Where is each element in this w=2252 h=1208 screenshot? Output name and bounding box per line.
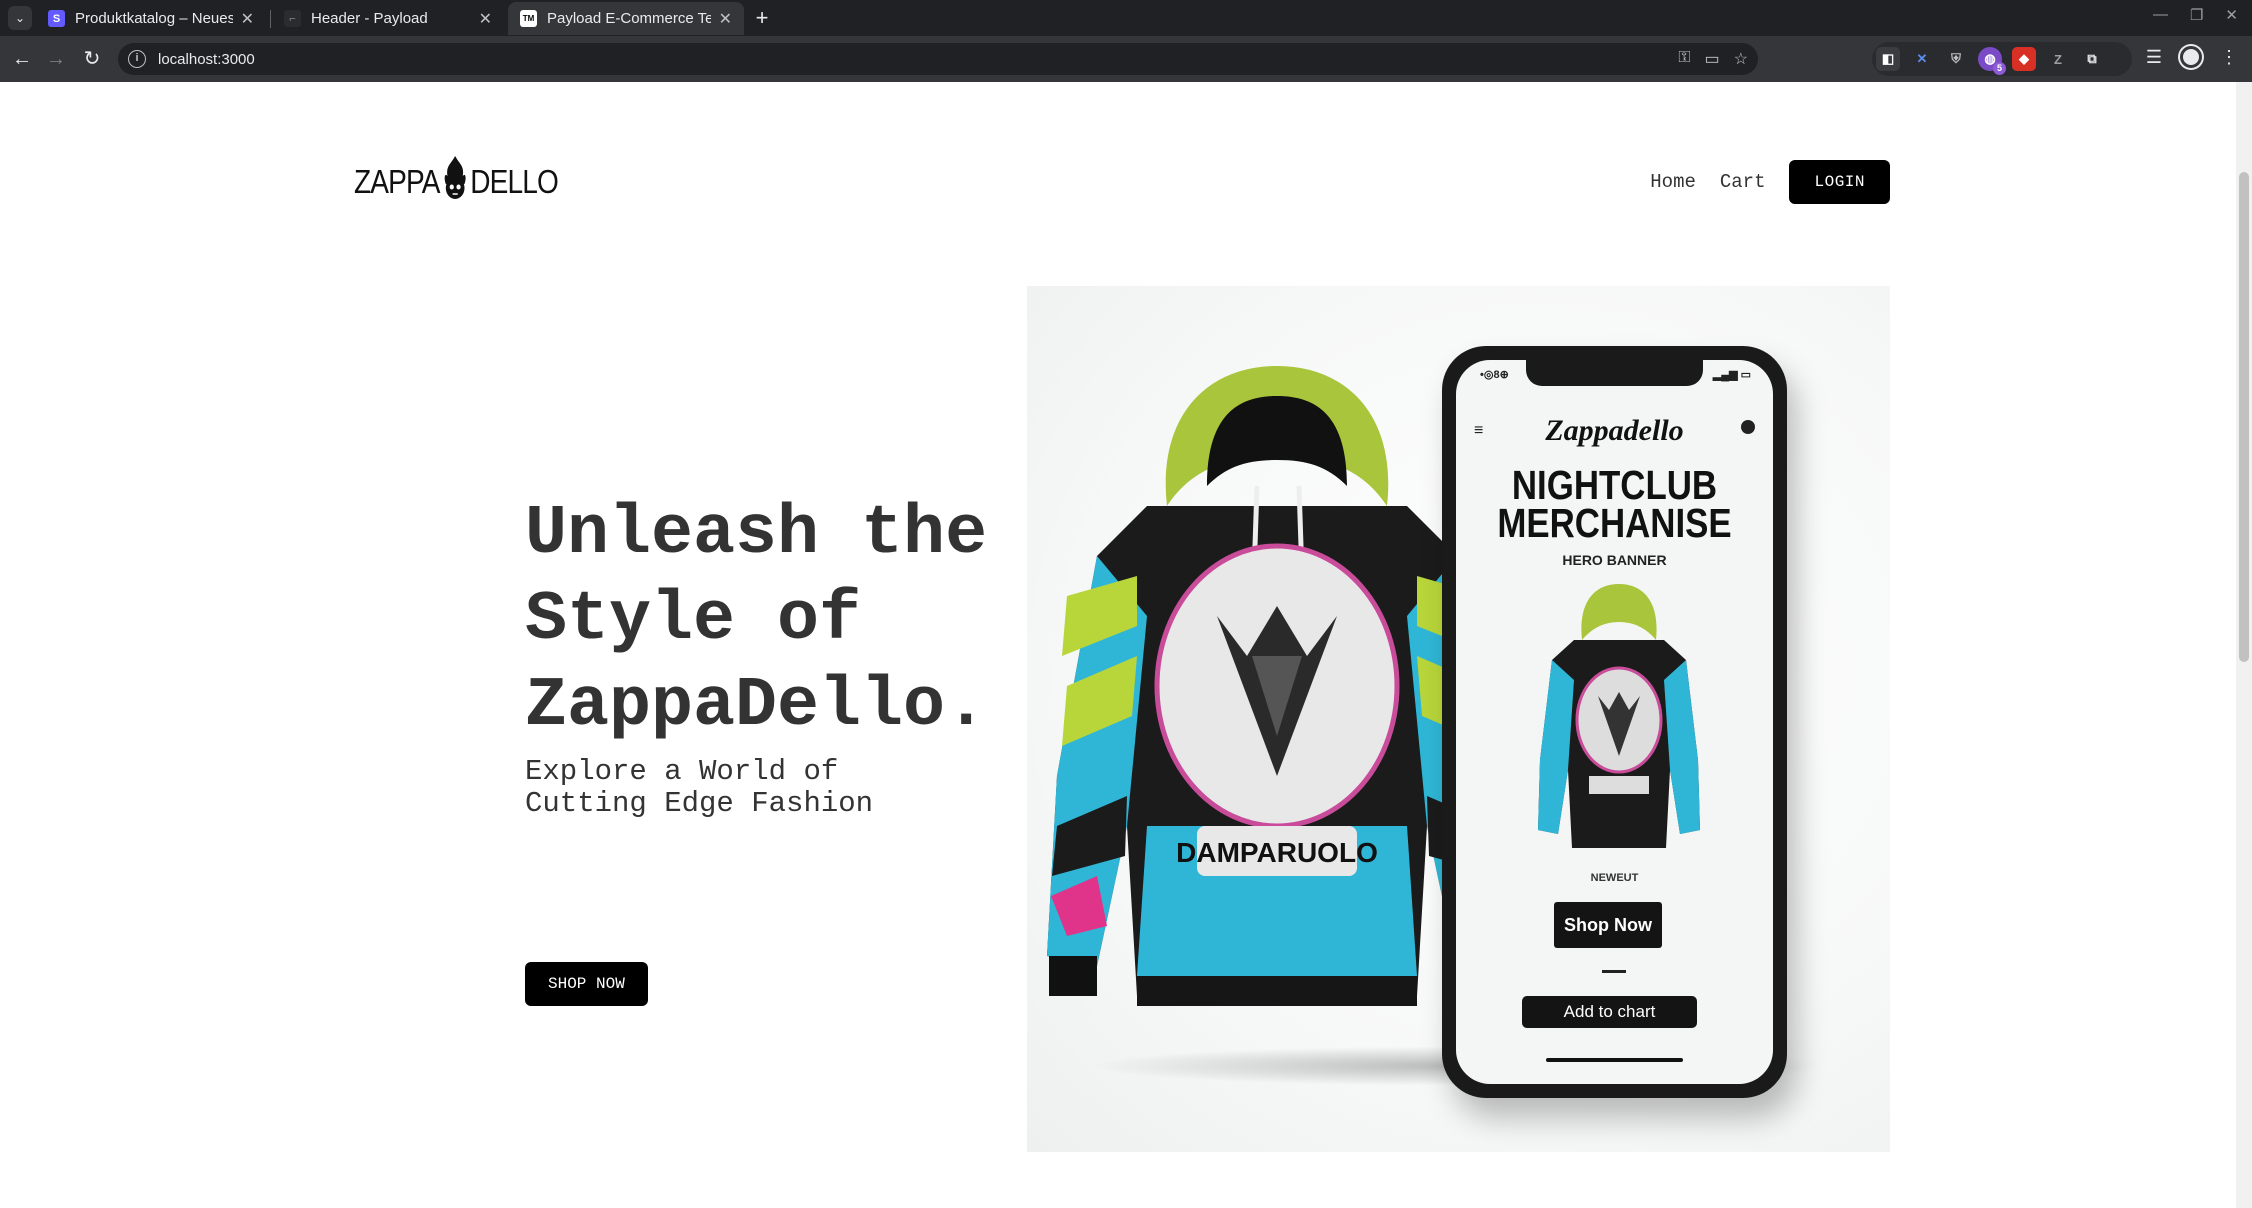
extensions-bar: ◧ ✕ ⛨ ◍ 5 ◆ Z ⧉ (1876, 44, 2104, 75)
tab-title: Produktkatalog – Neues Un (75, 10, 233, 27)
payload-favicon-icon: ⌐ (284, 10, 301, 27)
close-tab-icon[interactable]: ✕ (479, 9, 492, 29)
address-bar[interactable]: i localhost:3000 ⚿ ▭ ☆ (118, 43, 1758, 75)
hero-title-line: ZappaDello. (525, 667, 988, 746)
back-arrow-icon[interactable]: ← (8, 45, 36, 73)
browser-tab-payload-ecommerce[interactable]: TM Payload E-Commerce Temp ✕ (508, 2, 744, 35)
browser-tab-header-payload[interactable]: ⌐ Header - Payload ✕ (272, 2, 504, 35)
profile-avatar[interactable] (2180, 46, 2202, 68)
badge-extension-icon[interactable]: ◍ 5 (1978, 47, 2006, 75)
shop-now-button[interactable]: SHOP NOW (525, 962, 648, 1006)
scrollbar-thumb[interactable] (2239, 172, 2249, 662)
phone-newest-label: NEWEUT (1590, 872, 1639, 884)
phone-headline-line: NIGHTCLUB (1511, 462, 1718, 508)
page-scrollbar[interactable] (2236, 82, 2252, 1208)
phone-tag: HERO BANNER (1562, 552, 1667, 568)
hero-subtitle: Explore a World of Cutting Edge Fashion (525, 755, 874, 820)
bitwarden-extension-icon[interactable]: ◧ (1876, 47, 1900, 71)
browser-tab-bar: ⌄ S Produktkatalog – Neues Un ✕ ⌐ Header… (0, 0, 2252, 36)
puzzle-extensions-icon[interactable]: ⧉ (2080, 47, 2104, 71)
extension-badge-count: 5 (1993, 62, 2006, 75)
tab-separator (270, 10, 271, 28)
login-button[interactable]: LOGIN (1789, 160, 1890, 204)
nav-home-link[interactable]: Home (1650, 171, 1696, 193)
site-header: ZAPPA DELLO Home Cart LOGIN (354, 142, 1890, 222)
phone-headline-line: MERCHANISE (1497, 500, 1732, 546)
phone-search-icon (1741, 420, 1755, 434)
browser-tab-produktkatalog[interactable]: S Produktkatalog – Neues Un ✕ (36, 2, 266, 35)
phone-screen: •◎8⊕ ▂▄▆ ▭ ≡ Zappadello NIGHTCLUB MERCHA… (1456, 360, 1773, 1084)
toolbar-right: ☰ ⋮ (2146, 46, 2238, 68)
window-controls: — ❐ ✕ (2153, 6, 2238, 24)
phone-brand: Zappadello (1545, 414, 1684, 447)
close-tab-icon[interactable]: ✕ (719, 9, 732, 29)
logo-text-right: DELLO (470, 163, 559, 200)
phone-mockup: •◎8⊕ ▂▄▆ ▭ ≡ Zappadello NIGHTCLUB MERCHA… (1442, 346, 1787, 1098)
hero-title-line: Unleash the (525, 495, 988, 574)
red-extension-icon[interactable]: ◆ (2012, 47, 2036, 71)
logo-wordmark: ZAPPA DELLO (354, 156, 559, 206)
tm-favicon-icon: TM (520, 10, 537, 27)
flame-skull-logo-icon (444, 156, 466, 199)
shield-extension-icon[interactable]: ⛨ (1944, 47, 1968, 71)
phone-signal-icon: ▂▄▆ ▭ (1712, 369, 1751, 381)
phone-shop-now-button: Shop Now (1554, 902, 1662, 948)
restore-icon[interactable]: ❐ (2190, 6, 2203, 24)
phone-status-left: •◎8⊕ (1480, 369, 1509, 381)
stripe-favicon-icon: S (48, 10, 65, 27)
hero-image: DAMPARUOLO •◎8⊕ ▂▄▆ ▭ ≡ Zappadello NIGHT… (1027, 286, 1890, 1152)
hoodie-print-text: DAMPARUOLO (1176, 837, 1378, 868)
logo-text-left: ZAPPA (354, 163, 440, 200)
minimize-icon[interactable]: — (2153, 6, 2168, 24)
bookmark-star-icon[interactable]: ☆ (1734, 49, 1748, 69)
phone-divider (1602, 970, 1626, 973)
omnibox-actions: ⚿ ▭ ☆ (1678, 49, 1748, 69)
close-window-icon[interactable]: ✕ (2225, 6, 2238, 24)
url-text[interactable]: localhost:3000 (158, 51, 255, 68)
forward-arrow-icon[interactable]: → (42, 45, 70, 73)
nav-cart-link[interactable]: Cart (1720, 171, 1766, 193)
payment-card-icon[interactable]: ▭ (1705, 49, 1720, 69)
reading-list-icon[interactable]: ☰ (2146, 47, 2162, 68)
tab-title: Header - Payload (311, 10, 428, 27)
hero-title-line: Style of (525, 581, 862, 660)
phone-home-indicator (1546, 1058, 1683, 1062)
reload-icon[interactable]: ↻ (78, 45, 106, 73)
phone-headline: NIGHTCLUB MERCHANISE (1480, 462, 1749, 546)
site-info-icon[interactable]: i (128, 50, 146, 68)
phone-notch (1526, 360, 1703, 386)
zappadello-logo[interactable]: ZAPPA DELLO (354, 142, 594, 222)
main-nav: Home Cart LOGIN (1650, 160, 1890, 204)
hero-title: Unleash the Style of ZappaDello. (525, 492, 1045, 750)
browser-toolbar: ← → ↻ i localhost:3000 ⚿ ▭ ☆ ◧ ✕ ⛨ ◍ 5 ◆ … (0, 36, 2252, 82)
z-extension-icon[interactable]: Z (2046, 47, 2070, 71)
hero-text: Unleash the Style of ZappaDello. Explore… (525, 492, 1045, 1006)
new-tab-button[interactable]: + (748, 4, 776, 32)
phone-hoodie-image (1538, 584, 1700, 848)
page-viewport: ZAPPA DELLO Home Cart LOGIN Unleash the … (0, 82, 2236, 1208)
x-extension-icon[interactable]: ✕ (1910, 47, 1934, 71)
kebab-menu-icon[interactable]: ⋮ (2220, 47, 2238, 68)
tab-title: Payload E-Commerce Temp (547, 10, 711, 27)
tab-search-button[interactable]: ⌄ (8, 6, 32, 30)
close-tab-icon[interactable]: ✕ (241, 9, 254, 29)
phone-add-to-cart-button: Add to chart (1522, 996, 1697, 1028)
password-key-icon[interactable]: ⚿ (1678, 49, 1690, 69)
